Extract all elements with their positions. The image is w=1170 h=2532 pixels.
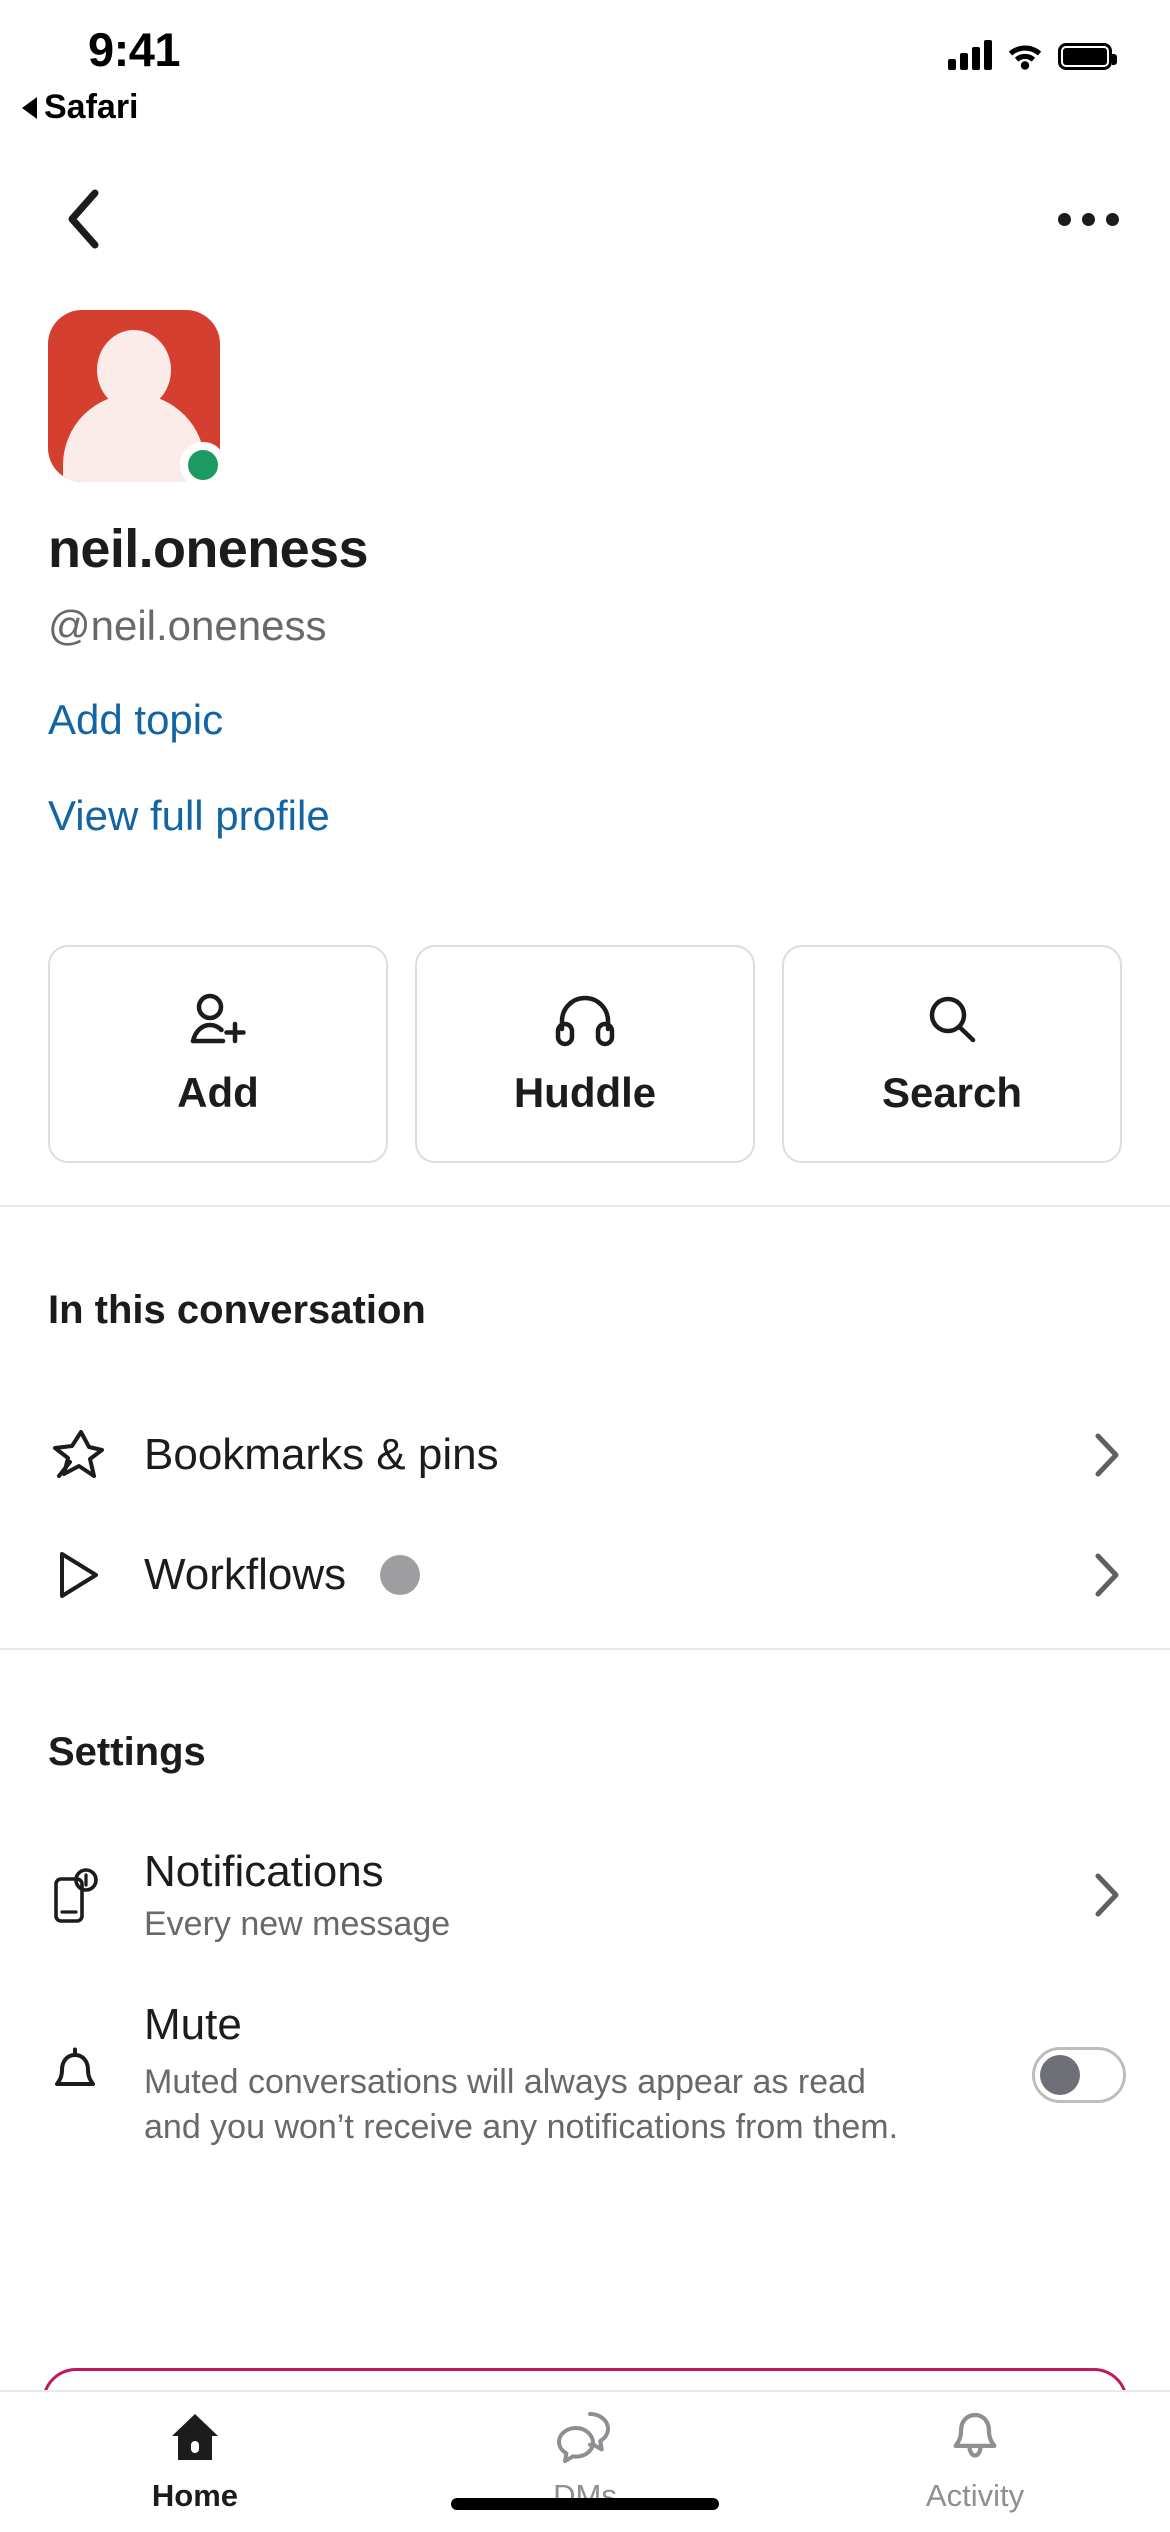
row-notifications-title: Notifications bbox=[144, 1846, 384, 1896]
conversation-section-title: In this conversation bbox=[48, 1288, 426, 1332]
tab-home[interactable]: Home bbox=[0, 2392, 390, 2532]
navigation-bar bbox=[0, 170, 1170, 280]
back-triangle-icon bbox=[22, 96, 37, 119]
divider-settings bbox=[0, 1648, 1170, 1650]
handle: @neil.oneness bbox=[48, 602, 327, 649]
phone-screen: 9:41 Safari neil.oneness @neil.oneness A… bbox=[0, 0, 1170, 2532]
add-button[interactable]: Add bbox=[48, 945, 388, 1163]
back-button[interactable] bbox=[48, 184, 118, 254]
divider-conversation bbox=[0, 1205, 1170, 1207]
add-button-label: Add bbox=[177, 1069, 259, 1116]
huddle-button-label: Huddle bbox=[513, 1069, 657, 1116]
more-dot-3 bbox=[1105, 212, 1119, 226]
avatar[interactable] bbox=[48, 310, 226, 488]
row-workflows-main: Workflows bbox=[144, 1550, 1092, 1600]
tab-bar: Home DMs Activity bbox=[0, 2392, 1170, 2532]
row-mute-description: Muted conversations will always appear a… bbox=[144, 2063, 899, 2146]
dms-bubbles-icon bbox=[557, 2412, 610, 2463]
tab-activity-label: Activity bbox=[925, 2478, 1025, 2513]
person-add-icon bbox=[190, 993, 246, 1044]
search-button-label: Search bbox=[881, 1069, 1023, 1116]
row-bookmarks-and-pins[interactable]: Bookmarks & pins bbox=[0, 1400, 1170, 1510]
status-bar-indicators bbox=[948, 28, 1117, 70]
workflow-play-icon bbox=[48, 1546, 144, 1604]
home-icon bbox=[172, 2414, 218, 2460]
chevron-right-icon bbox=[1092, 1551, 1122, 1599]
chevron-right-icon bbox=[1092, 1871, 1122, 1919]
row-workflows[interactable]: Workflows bbox=[0, 1520, 1170, 1630]
huddle-button[interactable]: Huddle bbox=[415, 945, 755, 1163]
more-dot-2 bbox=[1081, 212, 1095, 226]
presence-indicator bbox=[180, 442, 226, 488]
row-notifications-subtitle: Every new message bbox=[144, 1904, 451, 1943]
more-options-button[interactable] bbox=[1048, 184, 1128, 254]
search-button[interactable]: Search bbox=[782, 945, 1122, 1163]
add-topic-link[interactable]: Add topic bbox=[48, 696, 1170, 744]
bell-icon bbox=[953, 2412, 997, 2458]
row-bookmarks-main: Bookmarks & pins bbox=[144, 1430, 1092, 1480]
mobile-notification-icon bbox=[48, 1866, 144, 1924]
pin-icon bbox=[48, 1426, 144, 1484]
row-mute-title: Mute bbox=[144, 2000, 242, 2050]
status-bar-time: 9:41 bbox=[88, 23, 181, 76]
back-app-label: Safari bbox=[44, 88, 139, 126]
view-full-profile-link[interactable]: View full profile bbox=[48, 792, 1170, 840]
row-notifications-main: Notifications Every new message bbox=[144, 1847, 1092, 1944]
settings-section-title: Settings bbox=[48, 1730, 206, 1774]
wifi-icon bbox=[1008, 45, 1042, 70]
row-mute[interactable]: Mute Muted conversations will always app… bbox=[0, 1985, 1170, 2165]
chevron-left-icon bbox=[68, 189, 99, 249]
row-notifications[interactable]: Notifications Every new message bbox=[0, 1840, 1170, 1950]
display-name: neil.oneness bbox=[48, 519, 369, 579]
quick-actions: Add Huddle Search bbox=[48, 945, 1122, 1163]
row-mute-main: Mute Muted conversations will always app… bbox=[144, 2000, 1032, 2150]
bell-icon bbox=[48, 2046, 144, 2104]
status-bar: 9:41 Safari bbox=[0, 0, 1170, 140]
back-to-safari-button[interactable]: Safari bbox=[22, 88, 139, 127]
tab-dms[interactable]: DMs bbox=[390, 2392, 780, 2532]
tab-activity[interactable]: Activity bbox=[780, 2392, 1170, 2532]
workflows-loading-dot bbox=[380, 1555, 421, 1595]
row-bookmarks-title: Bookmarks & pins bbox=[144, 1430, 499, 1479]
search-icon bbox=[929, 996, 976, 1043]
headphones-icon bbox=[555, 995, 615, 1047]
home-indicator[interactable] bbox=[451, 2498, 719, 2510]
profile-header: neil.oneness @neil.oneness Add topic Vie… bbox=[0, 310, 1170, 840]
more-dot-1 bbox=[1057, 212, 1071, 226]
tab-home-label: Home bbox=[151, 2478, 239, 2513]
mute-toggle[interactable] bbox=[1032, 2047, 1126, 2103]
battery-icon bbox=[1058, 43, 1117, 70]
chevron-right-icon bbox=[1092, 1431, 1122, 1479]
row-workflows-title: Workflows bbox=[144, 1550, 347, 1599]
cellular-bars-icon bbox=[948, 40, 992, 70]
mute-toggle-knob bbox=[1040, 2055, 1080, 2095]
